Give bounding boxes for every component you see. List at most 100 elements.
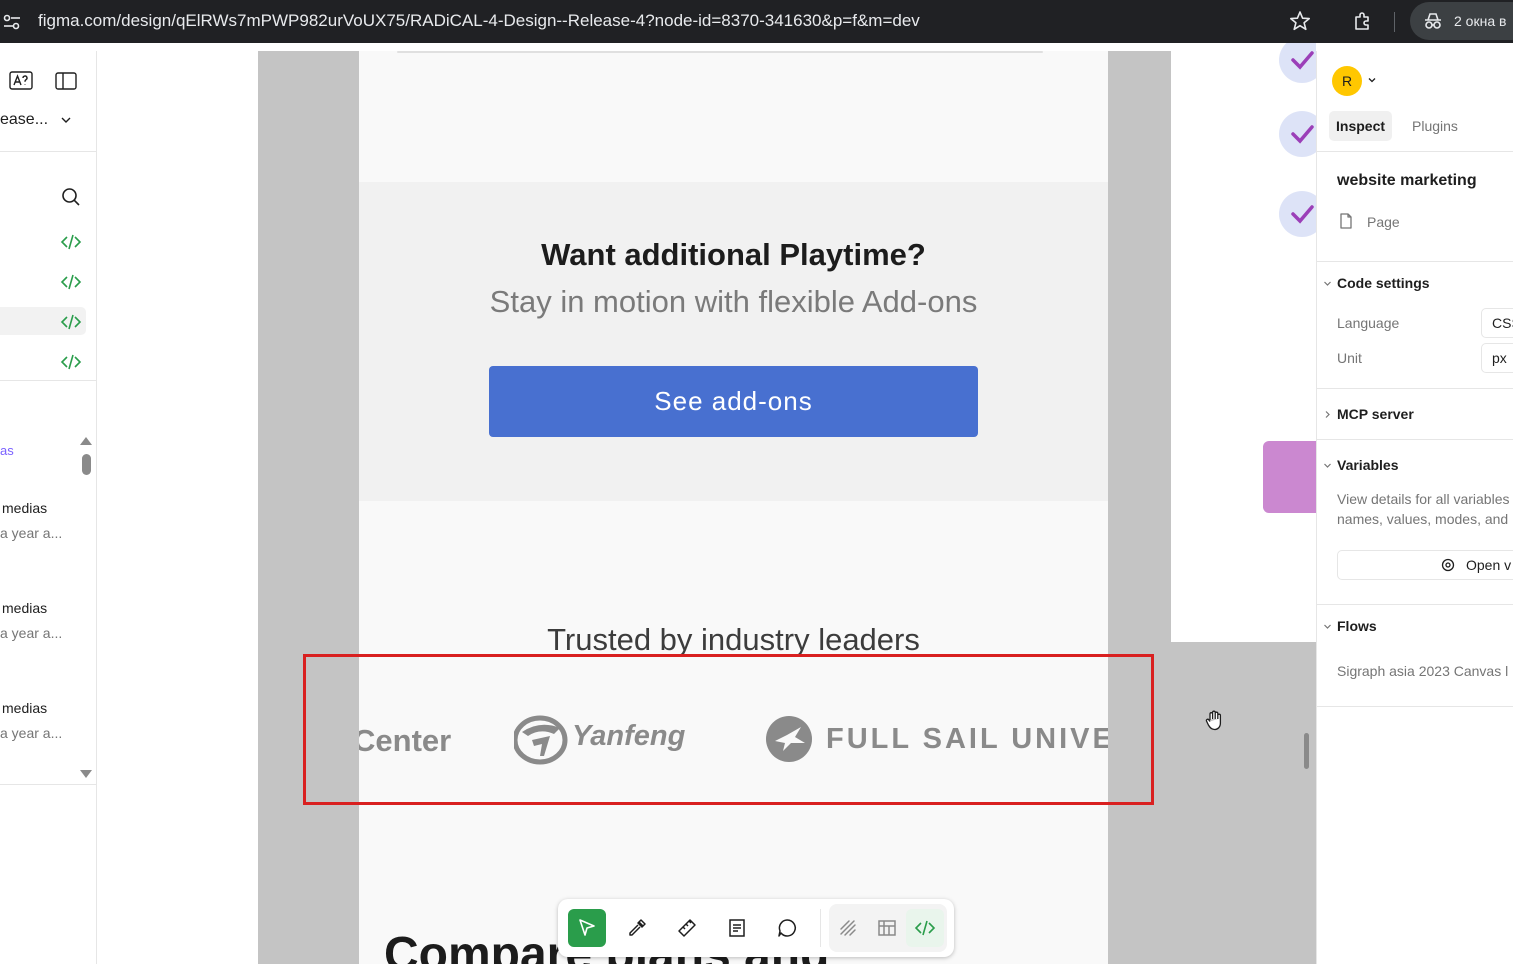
annotation-button[interactable]: [718, 909, 756, 947]
flows-header[interactable]: Flows: [1337, 618, 1377, 634]
list-item-title[interactable]: medias: [2, 700, 47, 716]
highlight-rectangle: [303, 654, 1154, 805]
variables-description: View details for all variables names, va…: [1337, 489, 1513, 529]
panel-divider: [1317, 151, 1513, 152]
extensions-icon[interactable]: [1352, 10, 1374, 32]
chevron-down-icon[interactable]: [1323, 279, 1332, 288]
variables-description-line: names, values, modes, and: [1337, 511, 1509, 527]
hand-cursor-icon: [1205, 710, 1222, 731]
file-name[interactable]: ease...: [0, 111, 48, 129]
code-icon[interactable]: [59, 310, 83, 334]
chevron-down-icon[interactable]: [1323, 461, 1332, 470]
page-icon: [1340, 213, 1352, 229]
language-select[interactable]: CSS: [1481, 308, 1513, 338]
list-item-subtitle: a year a...: [0, 625, 63, 641]
text-ai-icon[interactable]: [9, 69, 33, 93]
design-canvas[interactable]: Want additional Playtime? Stay in motion…: [97, 43, 1316, 964]
draw-tool-button[interactable]: [829, 909, 867, 947]
incognito-icon: [1425, 13, 1441, 29]
table-tool-button[interactable]: [868, 909, 906, 947]
check-circle: [1279, 111, 1316, 157]
check-icon: [1291, 125, 1314, 144]
code-icon[interactable]: [59, 230, 83, 254]
chevron-right-icon[interactable]: [1323, 410, 1332, 419]
open-variables-label: Open v: [1466, 557, 1512, 573]
panel-divider: [1317, 706, 1513, 707]
move-tool-button[interactable]: [568, 909, 606, 947]
comment-button[interactable]: [768, 909, 806, 947]
variables-icon: [1441, 558, 1455, 572]
unit-label: Unit: [1337, 350, 1362, 366]
scrollbar-thumb[interactable]: [82, 454, 91, 475]
open-variables-button[interactable]: Open v: [1337, 550, 1513, 580]
unit-select[interactable]: px: [1481, 343, 1513, 373]
panel-divider: [1317, 261, 1513, 262]
list-item-title[interactable]: medias: [2, 500, 47, 516]
addon-title: Want additional Playtime?: [541, 237, 926, 272]
dev-mode-button[interactable]: [906, 909, 944, 947]
chevron-down-icon[interactable]: [1367, 75, 1377, 85]
panel-divider: [0, 784, 97, 785]
website-frame[interactable]: Want additional Playtime? Stay in motion…: [359, 51, 1108, 964]
browser-address-bar: figma.com/design/qElRWs7mPWP982urVoUX75/…: [0, 0, 1513, 43]
list-item-subtitle: a year a...: [0, 525, 63, 541]
panel-divider: [1317, 604, 1513, 605]
list-item-subtitle: a year a...: [0, 725, 63, 741]
mcp-server-header[interactable]: MCP server: [1337, 406, 1414, 422]
annotation-icon: [729, 919, 745, 937]
flow-item[interactable]: Sigraph asia 2023 Canvas l: [1337, 663, 1508, 679]
section-title[interactable]: as: [0, 443, 14, 458]
canvas-scrollbar[interactable]: [1304, 733, 1309, 769]
color-picker-button[interactable]: [618, 909, 656, 947]
code-icon[interactable]: [59, 270, 83, 294]
panel-divider: [0, 380, 97, 381]
avatar[interactable]: R: [1332, 66, 1362, 96]
bookmark-star-icon[interactable]: [1289, 10, 1311, 32]
bottom-toolbar: [558, 899, 954, 957]
trusted-title: Trusted by industry leaders: [547, 622, 920, 657]
tab-plugins[interactable]: Plugins: [1405, 111, 1465, 141]
scroll-up-arrow[interactable]: [80, 437, 92, 445]
measure-tool-button[interactable]: [668, 909, 706, 947]
chevron-down-icon[interactable]: [60, 114, 72, 126]
panel-divider: [1317, 439, 1513, 440]
addon-section[interactable]: Want additional Playtime? Stay in motion…: [359, 182, 1108, 501]
panel-toggle-icon[interactable]: [54, 69, 78, 93]
adjacent-frame-checks: [1171, 43, 1316, 642]
scribble-icon: [840, 920, 856, 936]
tab-inspect[interactable]: Inspect: [1329, 111, 1393, 141]
left-panel: ease... as medias a year a... medias a y…: [0, 51, 97, 964]
ruler-icon: [678, 919, 696, 937]
table-icon: [878, 920, 896, 936]
cursor-icon: [579, 919, 595, 936]
purple-shape[interactable]: [1263, 441, 1316, 513]
eyedropper-icon: [629, 919, 646, 936]
canvas-top-strip: [97, 43, 1316, 51]
see-addons-button[interactable]: See add-ons: [489, 366, 978, 437]
url-text[interactable]: figma.com/design/qElRWs7mPWP982urVoUX75/…: [38, 11, 920, 31]
check-icon: [1291, 205, 1314, 224]
code-icon[interactable]: [59, 350, 83, 374]
code-icon: [914, 920, 936, 936]
variables-description-line: View details for all variables: [1337, 491, 1510, 507]
check-icon: [1291, 51, 1314, 70]
incognito-windows-button[interactable]: 2 окна в: [1410, 2, 1513, 40]
check-circle: [1279, 43, 1316, 83]
scroll-down-arrow[interactable]: [80, 770, 92, 778]
selection-type: Page: [1367, 214, 1400, 230]
right-panel: R Inspect Plugins website marketing Page…: [1316, 51, 1513, 964]
list-item-title[interactable]: medias: [2, 600, 47, 616]
incognito-label: 2 окна в: [1454, 13, 1507, 29]
code-settings-header[interactable]: Code settings: [1337, 275, 1430, 291]
check-circle: [1279, 191, 1316, 237]
search-icon[interactable]: [59, 185, 83, 209]
toolbar-separator: [820, 909, 821, 947]
panel-divider: [0, 151, 97, 152]
variables-header[interactable]: Variables: [1337, 457, 1399, 473]
site-settings-icon[interactable]: [2, 12, 22, 32]
comment-icon: [778, 919, 796, 937]
chevron-down-icon[interactable]: [1323, 622, 1332, 631]
language-label: Language: [1337, 315, 1400, 331]
addon-subtitle: Stay in motion with flexible Add-ons: [489, 284, 978, 319]
toolbar-separator: [1394, 12, 1395, 32]
